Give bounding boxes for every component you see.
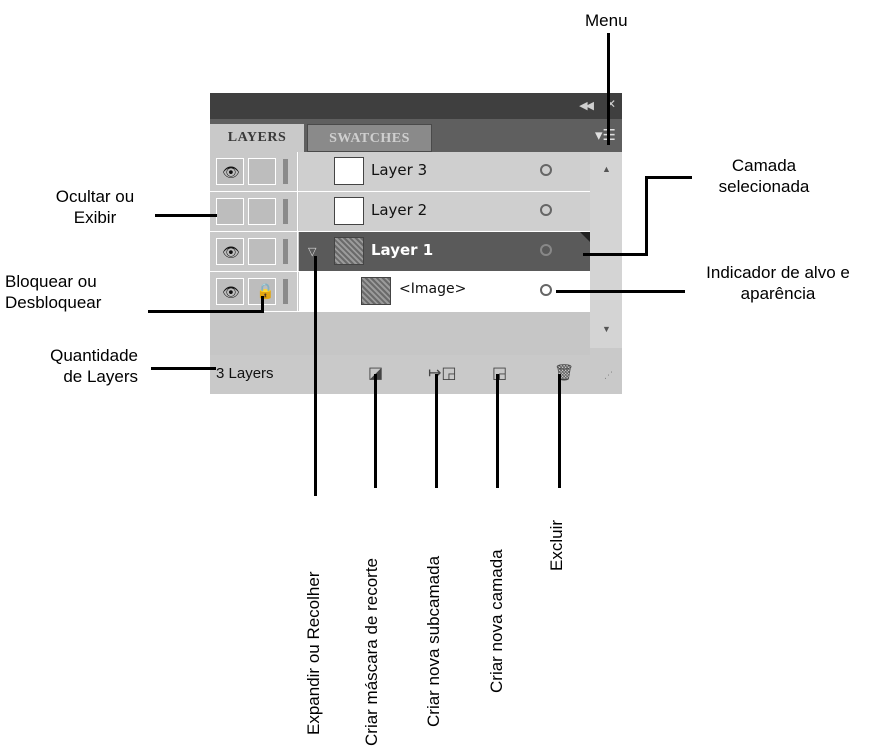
layer-content[interactable]: Layer 3 xyxy=(299,152,590,191)
callout-line xyxy=(435,374,438,488)
tab-layers[interactable]: LAYERS xyxy=(210,124,304,152)
layer-name: Layer 1 xyxy=(371,241,434,259)
lock-icon: 🔒 xyxy=(256,283,275,300)
layer-row[interactable]: 👁 Layer 3 xyxy=(210,152,590,192)
callout-line xyxy=(556,290,685,293)
callout-line xyxy=(607,33,610,145)
new-layer-icon[interactable]: ◲ xyxy=(492,363,507,382)
lock-toggle[interactable] xyxy=(248,158,276,185)
callout-clipping-mask: Criar máscara de recorte xyxy=(362,557,381,746)
layer-thumbnail xyxy=(334,237,364,265)
callout-expand-collapse: Expandir ou Recolher xyxy=(304,571,323,735)
resize-grip-icon[interactable]: ⋰ xyxy=(604,371,613,381)
lock-toggle[interactable] xyxy=(248,198,276,225)
layer-thumbnail xyxy=(334,197,364,225)
tab-bar: LAYERS SWATCHES ▾☰ xyxy=(210,119,622,152)
callout-line xyxy=(374,374,377,488)
layer-color-bar xyxy=(283,159,288,184)
callout-selected-layer: Camada selecionada xyxy=(718,156,810,196)
layer-controls: 👁 🔒 xyxy=(210,272,298,311)
layer-controls: 👁 xyxy=(210,152,298,191)
layer-content[interactable]: ▽ Layer 1 xyxy=(299,232,590,271)
eye-icon: 👁 xyxy=(222,284,240,300)
layer-thumbnail xyxy=(334,157,364,185)
eye-icon: 👁 xyxy=(222,164,240,180)
target-indicator-icon[interactable] xyxy=(540,284,552,296)
empty-layer-area xyxy=(210,312,590,355)
layer-row[interactable]: Layer 2 xyxy=(210,192,590,232)
callout-line xyxy=(496,374,499,488)
callout-line xyxy=(151,367,216,370)
callout-line xyxy=(583,253,648,256)
callout-line xyxy=(558,374,561,488)
layer-name: Layer 3 xyxy=(371,161,428,179)
callout-hide-show: Ocultar ou Exibir xyxy=(55,187,135,227)
callout-new-layer: Criar nova camada xyxy=(487,549,506,693)
layer-content[interactable]: Layer 2 xyxy=(299,192,590,231)
layer-color-bar xyxy=(283,199,288,224)
new-sublayer-icon[interactable]: ↦◲ xyxy=(428,363,457,382)
layer-thumbnail xyxy=(361,277,391,305)
callout-line xyxy=(645,176,648,256)
callout-target-indicator: Indicador de alvo e aparência xyxy=(706,263,850,303)
panel-menu-icon[interactable]: ▾☰ xyxy=(595,126,616,144)
scroll-down-icon[interactable]: ▼ xyxy=(602,324,611,334)
callout-menu: Menu xyxy=(585,11,628,30)
visibility-toggle[interactable]: 👁 xyxy=(216,158,244,185)
scroll-up-icon[interactable]: ▲ xyxy=(602,164,611,174)
target-indicator-icon[interactable] xyxy=(540,204,552,216)
layer-count: 3 Layers xyxy=(216,365,274,382)
panel-title-bar[interactable]: ◀◀ ✕ xyxy=(210,93,622,119)
visibility-toggle[interactable]: 👁 xyxy=(216,278,244,305)
callout-lock-unlock: Bloquear ou Desbloquear xyxy=(5,272,102,312)
layer-color-bar xyxy=(283,239,288,264)
layer-name: Layer 2 xyxy=(371,201,428,219)
layer-controls: 👁 xyxy=(210,232,298,271)
layers-panel: ◀◀ ✕ LAYERS SWATCHES ▾☰ 👁 Layer 3 Layer … xyxy=(210,93,622,394)
callout-line xyxy=(645,176,692,179)
callout-line xyxy=(148,310,264,313)
scrollbar[interactable]: ▲ ▼ xyxy=(590,152,622,348)
callout-line xyxy=(261,296,264,313)
visibility-toggle[interactable] xyxy=(216,198,244,225)
eye-icon: 👁 xyxy=(222,244,240,260)
callout-delete: Excluir xyxy=(547,519,566,571)
collapse-panel-icon[interactable]: ◀◀ xyxy=(579,99,594,112)
callout-line xyxy=(155,214,217,217)
callout-new-sublayer: Criar nova subcamada xyxy=(424,555,443,727)
tab-swatches[interactable]: SWATCHES xyxy=(307,124,432,152)
target-indicator-icon[interactable] xyxy=(540,164,552,176)
layer-content[interactable]: <Image> xyxy=(299,272,590,311)
layer-controls xyxy=(210,192,298,231)
sublayer-row[interactable]: 👁 🔒 <Image> xyxy=(210,272,590,312)
callout-line xyxy=(314,256,317,496)
callout-layer-count: Quantidade de Layers xyxy=(50,346,138,386)
layer-row-selected[interactable]: 👁 ▽ Layer 1 xyxy=(210,232,590,272)
layer-color-bar xyxy=(283,279,288,304)
lock-toggle[interactable] xyxy=(248,238,276,265)
visibility-toggle[interactable]: 👁 xyxy=(216,238,244,265)
layer-name: <Image> xyxy=(399,281,467,297)
selected-indicator-icon xyxy=(580,232,590,242)
target-indicator-icon[interactable] xyxy=(540,244,552,256)
